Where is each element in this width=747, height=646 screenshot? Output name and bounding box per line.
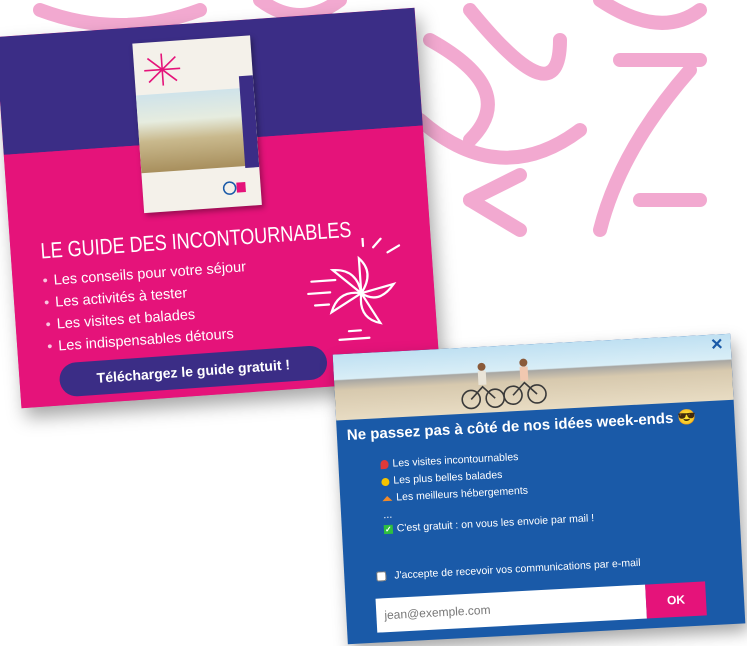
consent-row: J'accepte de recevoir vos communications…: [376, 557, 641, 583]
guide-booklet-cover: [132, 35, 262, 214]
guide-card: LE GUIDE DES INCONTOURNABLES • Les consei…: [0, 7, 441, 409]
flower-deco-icon: [307, 236, 401, 341]
bullet-icon: •: [42, 273, 49, 290]
checkmark-icon: ✓: [383, 524, 394, 535]
bullet-icon: •: [43, 295, 50, 312]
guide-benefits-list: • Les conseils pour votre séjour • Les act…: [42, 256, 251, 358]
bullet-icon: •: [45, 316, 52, 334]
bullet-icon: •: [46, 338, 53, 356]
pin-icon: [380, 459, 389, 470]
house-icon: [382, 495, 393, 502]
submit-ok-button[interactable]: OK: [645, 581, 707, 619]
consent-checkbox[interactable]: [376, 571, 387, 582]
email-input[interactable]: [375, 584, 647, 633]
consent-label: J'accepte de recevoir vos communications…: [394, 556, 641, 582]
booklet-logo-icon: [222, 181, 246, 195]
close-icon[interactable]: ×: [710, 334, 723, 356]
cyclists-illustration: [461, 358, 547, 410]
booklet-flower-icon: [144, 53, 181, 86]
sun-icon: [381, 477, 390, 486]
newsletter-card: × Ne passez pas à côté de nos idées week…: [332, 333, 746, 645]
email-form: OK: [375, 581, 707, 633]
newsletter-benefits-list: Les visites incontournables Les plus bel…: [380, 445, 595, 538]
